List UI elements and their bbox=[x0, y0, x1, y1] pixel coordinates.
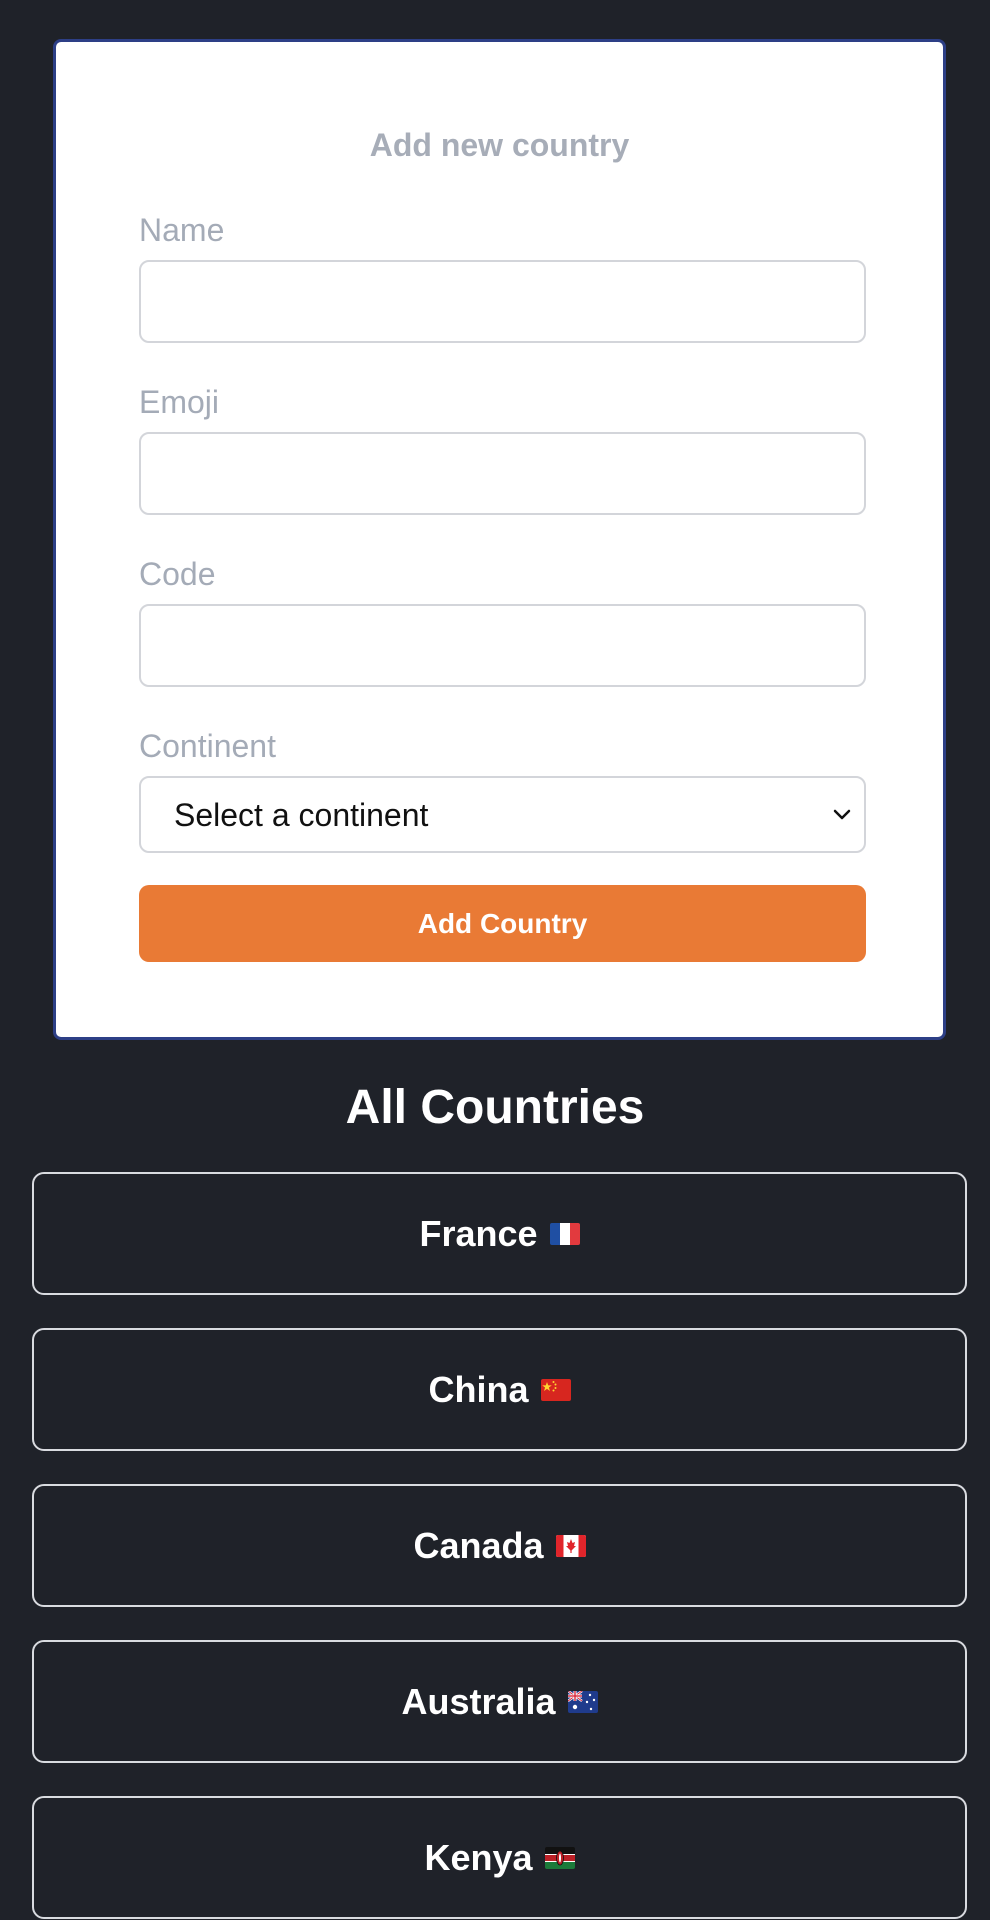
australia-flag-icon bbox=[567, 1690, 598, 1713]
canada-flag-icon bbox=[555, 1534, 586, 1557]
france-flag-icon bbox=[549, 1222, 580, 1245]
country-item-australia[interactable]: Australia bbox=[32, 1640, 967, 1763]
emoji-label: Emoji bbox=[139, 384, 220, 420]
country-item-china[interactable]: China bbox=[32, 1328, 967, 1451]
country-name: China bbox=[428, 1368, 529, 1410]
country-name: Kenya bbox=[424, 1836, 533, 1878]
country-item-kenya[interactable]: Kenya bbox=[32, 1796, 967, 1919]
all-countries-heading: All Countries bbox=[345, 1081, 645, 1134]
country-name: France bbox=[419, 1212, 538, 1254]
country-name: Australia bbox=[401, 1680, 556, 1722]
continent-select-value: Select a continent bbox=[174, 797, 429, 833]
code-input[interactable] bbox=[139, 604, 866, 687]
continent-label: Continent bbox=[139, 728, 276, 764]
country-item-france[interactable]: France bbox=[32, 1172, 967, 1295]
form-title: Add new country bbox=[369, 127, 630, 163]
china-flag-icon bbox=[540, 1378, 571, 1401]
chevron-down-icon bbox=[833, 809, 851, 820]
country-item-canada[interactable]: Canada bbox=[32, 1484, 967, 1607]
emoji-input[interactable] bbox=[139, 432, 866, 515]
kenya-flag-icon bbox=[544, 1846, 575, 1869]
add-country-form: Add new country Name Emoji Code Continen… bbox=[53, 39, 946, 1040]
name-input[interactable] bbox=[139, 260, 866, 343]
name-label: Name bbox=[139, 212, 225, 248]
continent-select[interactable]: Select a continent bbox=[139, 776, 866, 853]
add-country-button[interactable]: Add Country bbox=[139, 885, 866, 962]
country-name: Canada bbox=[413, 1524, 544, 1566]
code-label: Code bbox=[139, 556, 216, 592]
